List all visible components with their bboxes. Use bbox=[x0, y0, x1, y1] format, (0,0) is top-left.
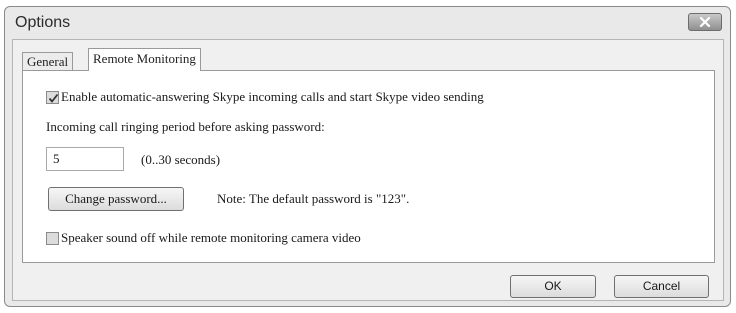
close-button[interactable] bbox=[688, 13, 722, 31]
remote-monitoring-panel: Enable automatic-answering Skype incomin… bbox=[22, 70, 715, 263]
dialog-body: General Remote Monitoring Enable automat… bbox=[12, 39, 724, 301]
check-icon bbox=[48, 93, 59, 103]
window-title: Options bbox=[15, 14, 71, 31]
change-password-button[interactable]: Change password... bbox=[48, 187, 184, 211]
tab-remote-monitoring[interactable]: Remote Monitoring bbox=[88, 48, 201, 71]
ok-button[interactable]: OK bbox=[510, 275, 596, 298]
ringing-period-range: (0..30 seconds) bbox=[141, 152, 221, 167]
title-bar: Options bbox=[5, 7, 730, 39]
ringing-period-input[interactable]: 5 bbox=[46, 147, 124, 171]
tab-general[interactable]: General bbox=[22, 52, 74, 71]
auto-answer-checkbox[interactable] bbox=[46, 91, 59, 104]
auto-answer-label: Enable automatic-answering Skype incomin… bbox=[61, 89, 484, 104]
close-icon bbox=[699, 17, 711, 27]
speaker-off-checkbox[interactable] bbox=[46, 232, 59, 245]
password-note: Note: The default password is "123". bbox=[217, 191, 410, 206]
options-dialog: Options General Remote Monitoring Enable… bbox=[4, 6, 731, 307]
cancel-button[interactable]: Cancel bbox=[614, 275, 709, 298]
speaker-off-label: Speaker sound off while remote monitorin… bbox=[61, 230, 361, 245]
ringing-period-label: Incoming call ringing period before aski… bbox=[46, 119, 325, 134]
